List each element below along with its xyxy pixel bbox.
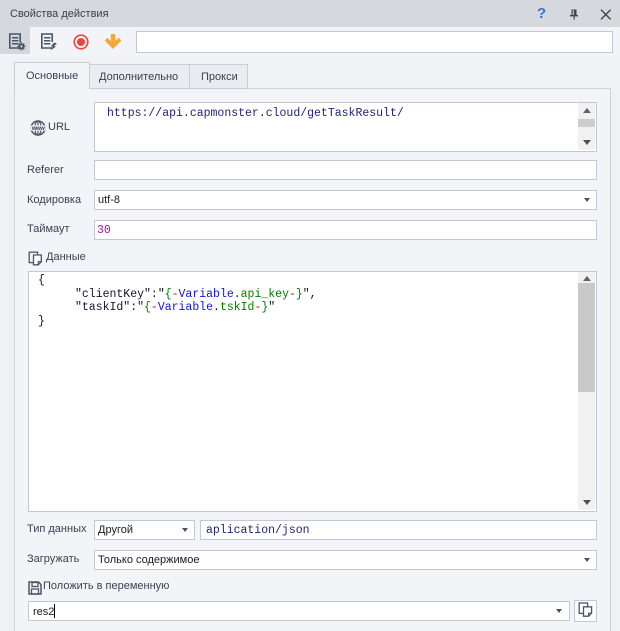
svg-text:www: www [31, 126, 45, 132]
